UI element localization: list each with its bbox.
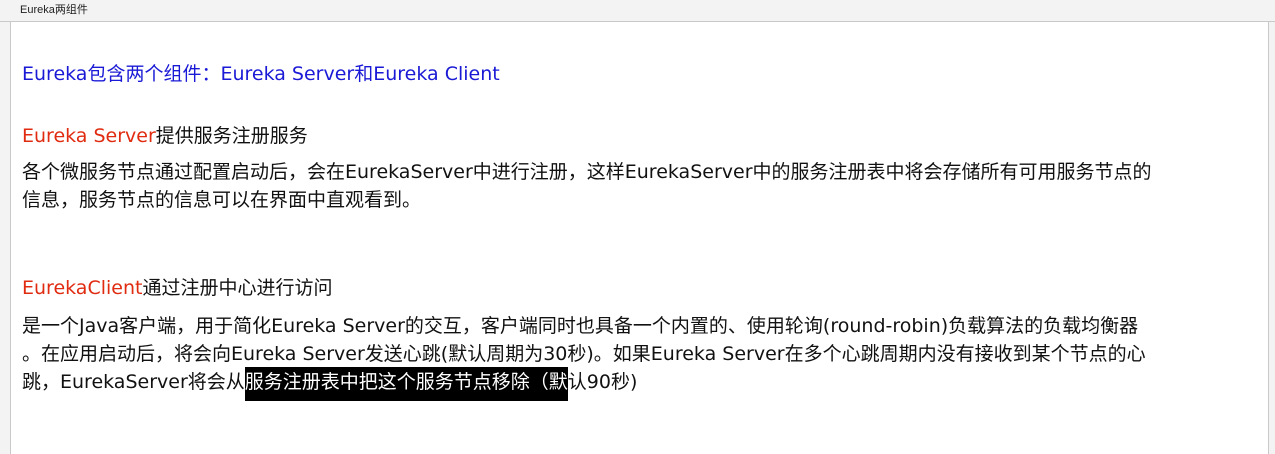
client-term: EurekaClient <box>22 277 143 299</box>
client-line3-text: 跳，EurekaServer将会从 <box>22 371 245 393</box>
client-paragraph-line-3: 跳，EurekaServer将会从服务注册表中把这个服务节点移除（默认90秒) <box>22 367 638 401</box>
selected-text-highlight[interactable]: 服务注册表中把这个服务节点移除（默 <box>244 367 568 401</box>
client-line3-rest: 认90秒) <box>567 371 638 393</box>
client-title-suffix: 通过注册中心进行访问 <box>142 277 333 299</box>
document-window: Eureka两组件 Eureka包含两个组件：Eureka Server和Eur… <box>0 0 1275 454</box>
client-section-title: EurekaClient通过注册中心进行访问 <box>22 276 332 300</box>
main-heading: Eureka包含两个组件：Eureka Server和Eureka Client <box>22 63 500 85</box>
server-paragraph-line-1: 各个微服务节点通过配置启动后，会在EurekaServer中进行注册，这样Eur… <box>22 161 1152 183</box>
left-border <box>0 22 11 454</box>
server-section-title: Eureka Server提供服务注册服务 <box>22 124 308 148</box>
server-term: Eureka Server <box>22 125 156 147</box>
window-title: Eureka两组件 <box>20 4 88 16</box>
title-bar: Eureka两组件 <box>0 0 1275 22</box>
server-paragraph-line-2: 信息，服务节点的信息可以在界面中直观看到。 <box>22 189 422 211</box>
client-paragraph-line-2: 。在应用启动后，将会向Eureka Server发送心跳(默认周期为30秒)。如… <box>22 343 1146 365</box>
right-scrollbar[interactable] <box>1268 22 1275 454</box>
client-paragraph-line-1: 是一个Java客户端，用于简化Eureka Server的交互，客户端同时也具备… <box>22 315 1139 337</box>
server-title-suffix: 提供服务注册服务 <box>155 125 308 147</box>
